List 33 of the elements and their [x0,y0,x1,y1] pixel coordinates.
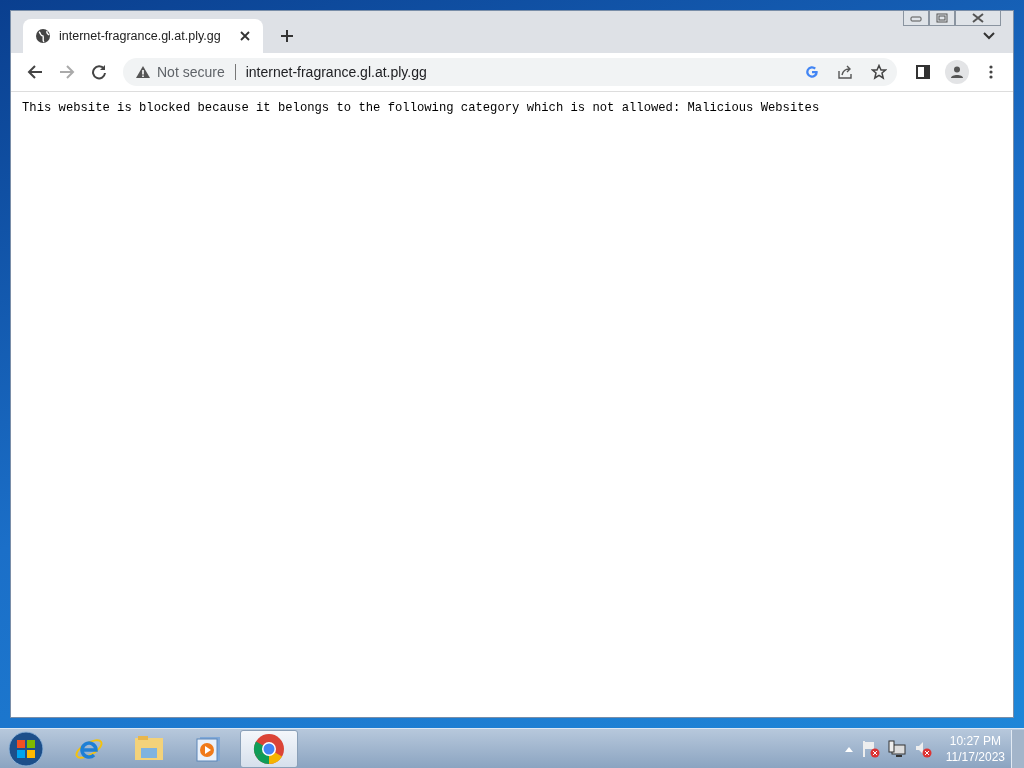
warning-icon [135,65,151,79]
browser-tab[interactable]: internet-fragrance.gl.at.ply.gg [23,19,263,53]
restore-button[interactable] [929,11,955,26]
reload-icon [91,64,107,80]
menu-icon [989,65,993,79]
speaker-icon[interactable] [913,740,932,758]
back-arrow-icon [27,64,43,80]
address-bar[interactable]: Not secure internet-fragrance.gl.at.ply.gg [123,58,897,86]
minimize-icon [910,14,922,22]
share-icon[interactable] [837,64,853,80]
side-panel-icon [916,65,930,79]
star-icon[interactable] [871,64,887,80]
url-text[interactable]: internet-fragrance.gl.at.ply.gg [245,64,427,80]
globe-icon [35,28,51,44]
flag-icon[interactable] [861,740,880,758]
clock-time: 10:27 PM [949,733,1002,749]
clock-date: 11/17/2023 [945,749,1005,765]
restore-icon [936,13,948,23]
close-button[interactable] [955,11,1001,26]
google-g-icon[interactable] [805,65,819,79]
forward-arrow-icon [59,64,75,80]
security-label[interactable]: Not secure [157,64,225,80]
chrome-icon[interactable] [240,730,298,768]
blocked-message: This website is blocked because it belongs to the following category which is not allowed: Malicious Websites [22,101,821,115]
network-icon[interactable] [887,740,906,758]
plus-icon [280,29,294,43]
close-icon [240,31,250,41]
person-icon [951,66,963,78]
close-icon [971,13,985,23]
chevron-down-icon [983,32,995,40]
profile-button[interactable] [945,60,969,84]
tab-title: internet-fragrance.gl.at.ply.gg [59,29,222,43]
minimize-button[interactable] [903,11,929,26]
